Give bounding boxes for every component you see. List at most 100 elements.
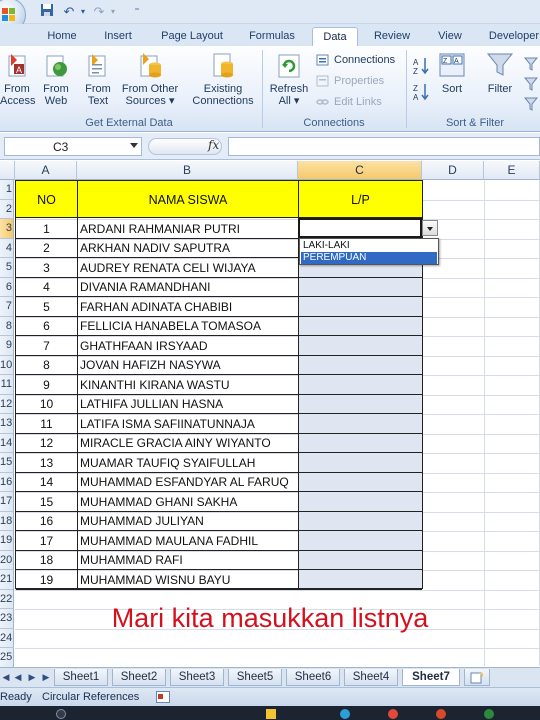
customize-qat-icon[interactable]: ⁼ — [128, 3, 146, 21]
chevron-down-icon[interactable] — [130, 143, 138, 148]
prev-sheet-icon[interactable]: ◀ — [12, 671, 24, 683]
app-icon[interactable] — [436, 709, 446, 719]
cell-no[interactable]: 16 — [16, 511, 77, 531]
cell-student-name[interactable]: MUHAMMAD GHANI SAKHA — [80, 492, 296, 512]
cell-no[interactable]: 1 — [16, 219, 77, 239]
header-nama-siswa[interactable]: NAMA SISWA — [77, 180, 299, 218]
cell-no[interactable]: 17 — [16, 531, 77, 551]
cell-no[interactable]: 13 — [16, 453, 77, 473]
existing-connections-button[interactable]: Existing Connections — [190, 50, 256, 107]
row-header[interactable]: 16 — [0, 472, 14, 492]
from-text-button[interactable]: From Text — [80, 50, 116, 107]
status-circular-references[interactable]: Circular References — [42, 688, 139, 706]
header-no[interactable]: NO — [15, 180, 78, 218]
cell-student-name[interactable]: GHATHFAAN IRSYAAD — [80, 336, 296, 356]
cell-no[interactable]: 14 — [16, 472, 77, 492]
search-icon[interactable] — [56, 709, 66, 719]
sheet-tab-sheet6[interactable]: Sheet6 — [286, 669, 340, 686]
sort-z-to-a-button[interactable]: ZA — [410, 82, 434, 105]
data-validation-list[interactable]: LAKI-LAKI PEREMPUAN — [299, 238, 439, 265]
cell-student-name[interactable]: ARDANI RAHMANIAR PUTRI — [80, 219, 296, 239]
save-icon[interactable] — [38, 3, 56, 21]
header-lp[interactable]: L/P — [298, 180, 423, 218]
tab-developer[interactable]: Developer — [484, 27, 540, 46]
sheet-tab-sheet3[interactable]: Sheet3 — [170, 669, 224, 686]
sheet-tab-sheet7[interactable]: Sheet7 — [402, 669, 460, 686]
tab-insert[interactable]: Insert — [96, 27, 140, 46]
connections-button[interactable]: Connections — [316, 52, 395, 68]
cell-student-name[interactable]: LATHIFA JULLIAN HASNA — [80, 394, 296, 414]
data-validation-dropdown-button[interactable] — [422, 220, 438, 236]
tab-view[interactable]: View — [428, 27, 472, 46]
column-header-c[interactable]: C — [298, 161, 422, 180]
row-header[interactable]: 6 — [0, 277, 14, 297]
row-header[interactable]: 17 — [0, 492, 14, 512]
tab-page-layout[interactable]: Page Layout — [152, 27, 232, 46]
cell-no[interactable]: 15 — [16, 492, 77, 512]
cell-student-name[interactable]: MIRACLE GRACIA AINY WIYANTO — [80, 433, 296, 453]
cell-no[interactable]: 3 — [16, 258, 77, 278]
formula-input[interactable] — [228, 137, 540, 156]
insert-sheet-icon[interactable] — [464, 669, 490, 686]
cell-student-name[interactable]: MUHAMMAD WISNU BAYU — [80, 570, 296, 590]
row-header[interactable]: 11 — [0, 375, 14, 395]
edit-links-button[interactable]: Edit Links — [316, 94, 382, 110]
sheet-tab-sheet4[interactable]: Sheet4 — [344, 669, 398, 686]
from-web-button[interactable]: From Web — [38, 50, 74, 107]
cell-student-name[interactable]: JOVAN HAFIZH NASYWA — [80, 355, 296, 375]
sheet-tab-sheet1[interactable]: Sheet1 — [54, 669, 108, 686]
first-sheet-icon[interactable]: ◀ — [0, 671, 12, 683]
from-other-sources-button[interactable]: From Other Sources ▾ — [118, 50, 182, 107]
sort-a-to-z-button[interactable]: AZ — [410, 56, 434, 79]
excel-taskbar-icon[interactable] — [484, 709, 494, 719]
row-header[interactable]: 9 — [0, 336, 14, 356]
name-box[interactable]: C3 — [4, 137, 142, 156]
column-header-a[interactable]: A — [15, 161, 77, 180]
row-header[interactable]: 21 — [0, 570, 14, 590]
cell-student-name[interactable]: FARHAN ADINATA CHABIBI — [80, 297, 296, 317]
cell-student-name[interactable]: LATIFA ISMA SAFIINATUNNAJA — [80, 414, 296, 434]
row-header[interactable]: 2 — [0, 199, 14, 219]
row-header[interactable]: 19 — [0, 531, 14, 551]
properties-button[interactable]: Properties — [316, 73, 384, 89]
row-header[interactable]: 13 — [0, 414, 14, 434]
sort-button[interactable]: ZA Sort — [436, 50, 468, 95]
cell-no[interactable]: 11 — [16, 414, 77, 434]
cell-student-name[interactable]: FELLICIA HANABELA TOMASOA — [80, 316, 296, 336]
row-header[interactable]: 3 — [0, 219, 14, 239]
row-header[interactable]: 7 — [0, 297, 14, 317]
row-header[interactable]: 25 — [0, 648, 14, 668]
redo-dropdown-icon[interactable]: ▾ — [104, 3, 122, 21]
cell-no[interactable]: 10 — [16, 394, 77, 414]
chrome-icon[interactable] — [388, 709, 398, 719]
row-header[interactable]: 18 — [0, 511, 14, 531]
tab-review[interactable]: Review — [368, 27, 416, 46]
tab-formulas[interactable]: Formulas — [242, 27, 302, 46]
cell-no[interactable]: 5 — [16, 297, 77, 317]
tab-data[interactable]: Data — [312, 27, 358, 46]
cell-no[interactable]: 18 — [16, 550, 77, 570]
row-header[interactable]: 8 — [0, 316, 14, 336]
cell-no[interactable]: 6 — [16, 316, 77, 336]
sheet-tab-sheet2[interactable]: Sheet2 — [112, 669, 166, 686]
refresh-all-button[interactable]: Refresh All ▾ — [266, 50, 312, 107]
column-header-b[interactable]: B — [77, 161, 298, 180]
cell-no[interactable]: 9 — [16, 375, 77, 395]
cell-student-name[interactable]: MUAMAR TAUFIQ SYAIFULLAH — [80, 453, 296, 473]
row-header[interactable]: 10 — [0, 355, 14, 375]
row-header[interactable]: 5 — [0, 258, 14, 278]
cell-no[interactable]: 19 — [16, 570, 77, 590]
cell-student-name[interactable]: MUHAMMAD JULIYAN — [80, 511, 296, 531]
active-cell-c3[interactable] — [298, 218, 422, 238]
cell-no[interactable]: 7 — [16, 336, 77, 356]
filter-button[interactable]: Filter — [482, 50, 518, 95]
cell-student-name[interactable]: DIVANIA RAMANDHANI — [80, 277, 296, 297]
from-access-button[interactable]: A From Access — [0, 50, 35, 107]
last-sheet-icon[interactable]: ▶ — [40, 671, 52, 683]
cell-student-name[interactable]: MUHAMMAD RAFI — [80, 550, 296, 570]
cell-no[interactable]: 8 — [16, 355, 77, 375]
row-header[interactable]: 4 — [0, 238, 14, 258]
row-header[interactable]: 12 — [0, 394, 14, 414]
cell-no[interactable]: 4 — [16, 277, 77, 297]
list-option-laki-laki[interactable]: LAKI-LAKI — [301, 240, 437, 252]
